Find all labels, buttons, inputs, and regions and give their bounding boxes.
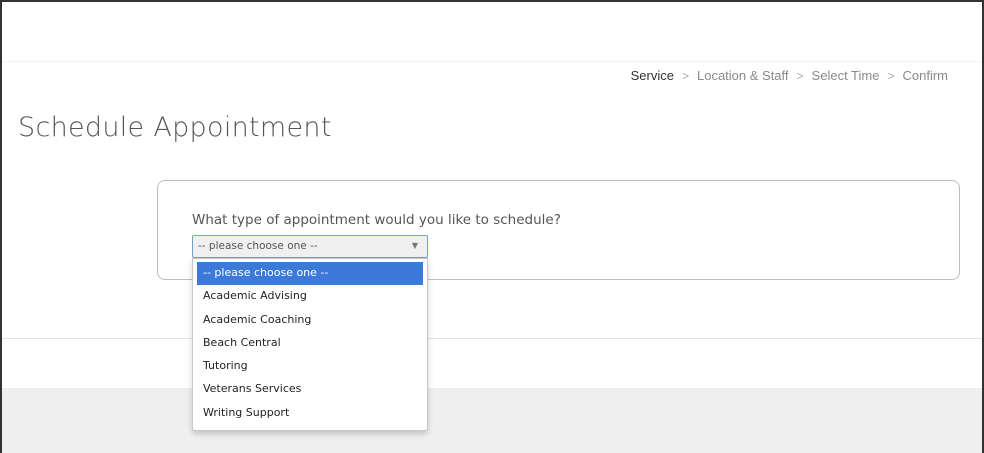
breadcrumb-step-select-time: Select Time bbox=[811, 68, 880, 83]
footer-white-band bbox=[2, 339, 982, 388]
appointment-type-question: What type of appointment would you like … bbox=[192, 212, 561, 228]
option-tutoring[interactable]: Tutoring bbox=[197, 355, 423, 378]
breadcrumb-step-location-staff: Location & Staff bbox=[696, 68, 789, 83]
breadcrumb-step-confirm: Confirm bbox=[902, 68, 948, 83]
appointment-type-dropdown-list: -- please choose one -- Academic Advisin… bbox=[192, 258, 428, 431]
option-beach-central[interactable]: Beach Central bbox=[197, 332, 423, 355]
breadcrumb-separator: > bbox=[887, 68, 895, 83]
option-writing-support[interactable]: Writing Support bbox=[197, 402, 423, 425]
dropdown-arrow-icon: ▼ bbox=[411, 241, 418, 250]
breadcrumb-step-service: Service bbox=[630, 68, 674, 83]
breadcrumb-separator: > bbox=[681, 68, 689, 83]
option-please-choose-one[interactable]: -- please choose one -- bbox=[197, 262, 423, 286]
option-academic-advising[interactable]: Academic Advising bbox=[197, 285, 423, 308]
select-current-value: -- please choose one -- bbox=[198, 240, 318, 252]
option-veterans-services[interactable]: Veterans Services bbox=[197, 378, 423, 401]
breadcrumb-separator: > bbox=[796, 68, 804, 83]
breadcrumb: Service > Location & Staff > Select Time… bbox=[631, 68, 948, 83]
footer bbox=[2, 388, 982, 453]
page-title: Schedule Appointment bbox=[18, 112, 332, 143]
appointment-type-select[interactable]: -- please choose one -- ▼ bbox=[192, 235, 428, 258]
top-header-strip bbox=[2, 2, 982, 62]
option-academic-coaching[interactable]: Academic Coaching bbox=[197, 309, 423, 332]
